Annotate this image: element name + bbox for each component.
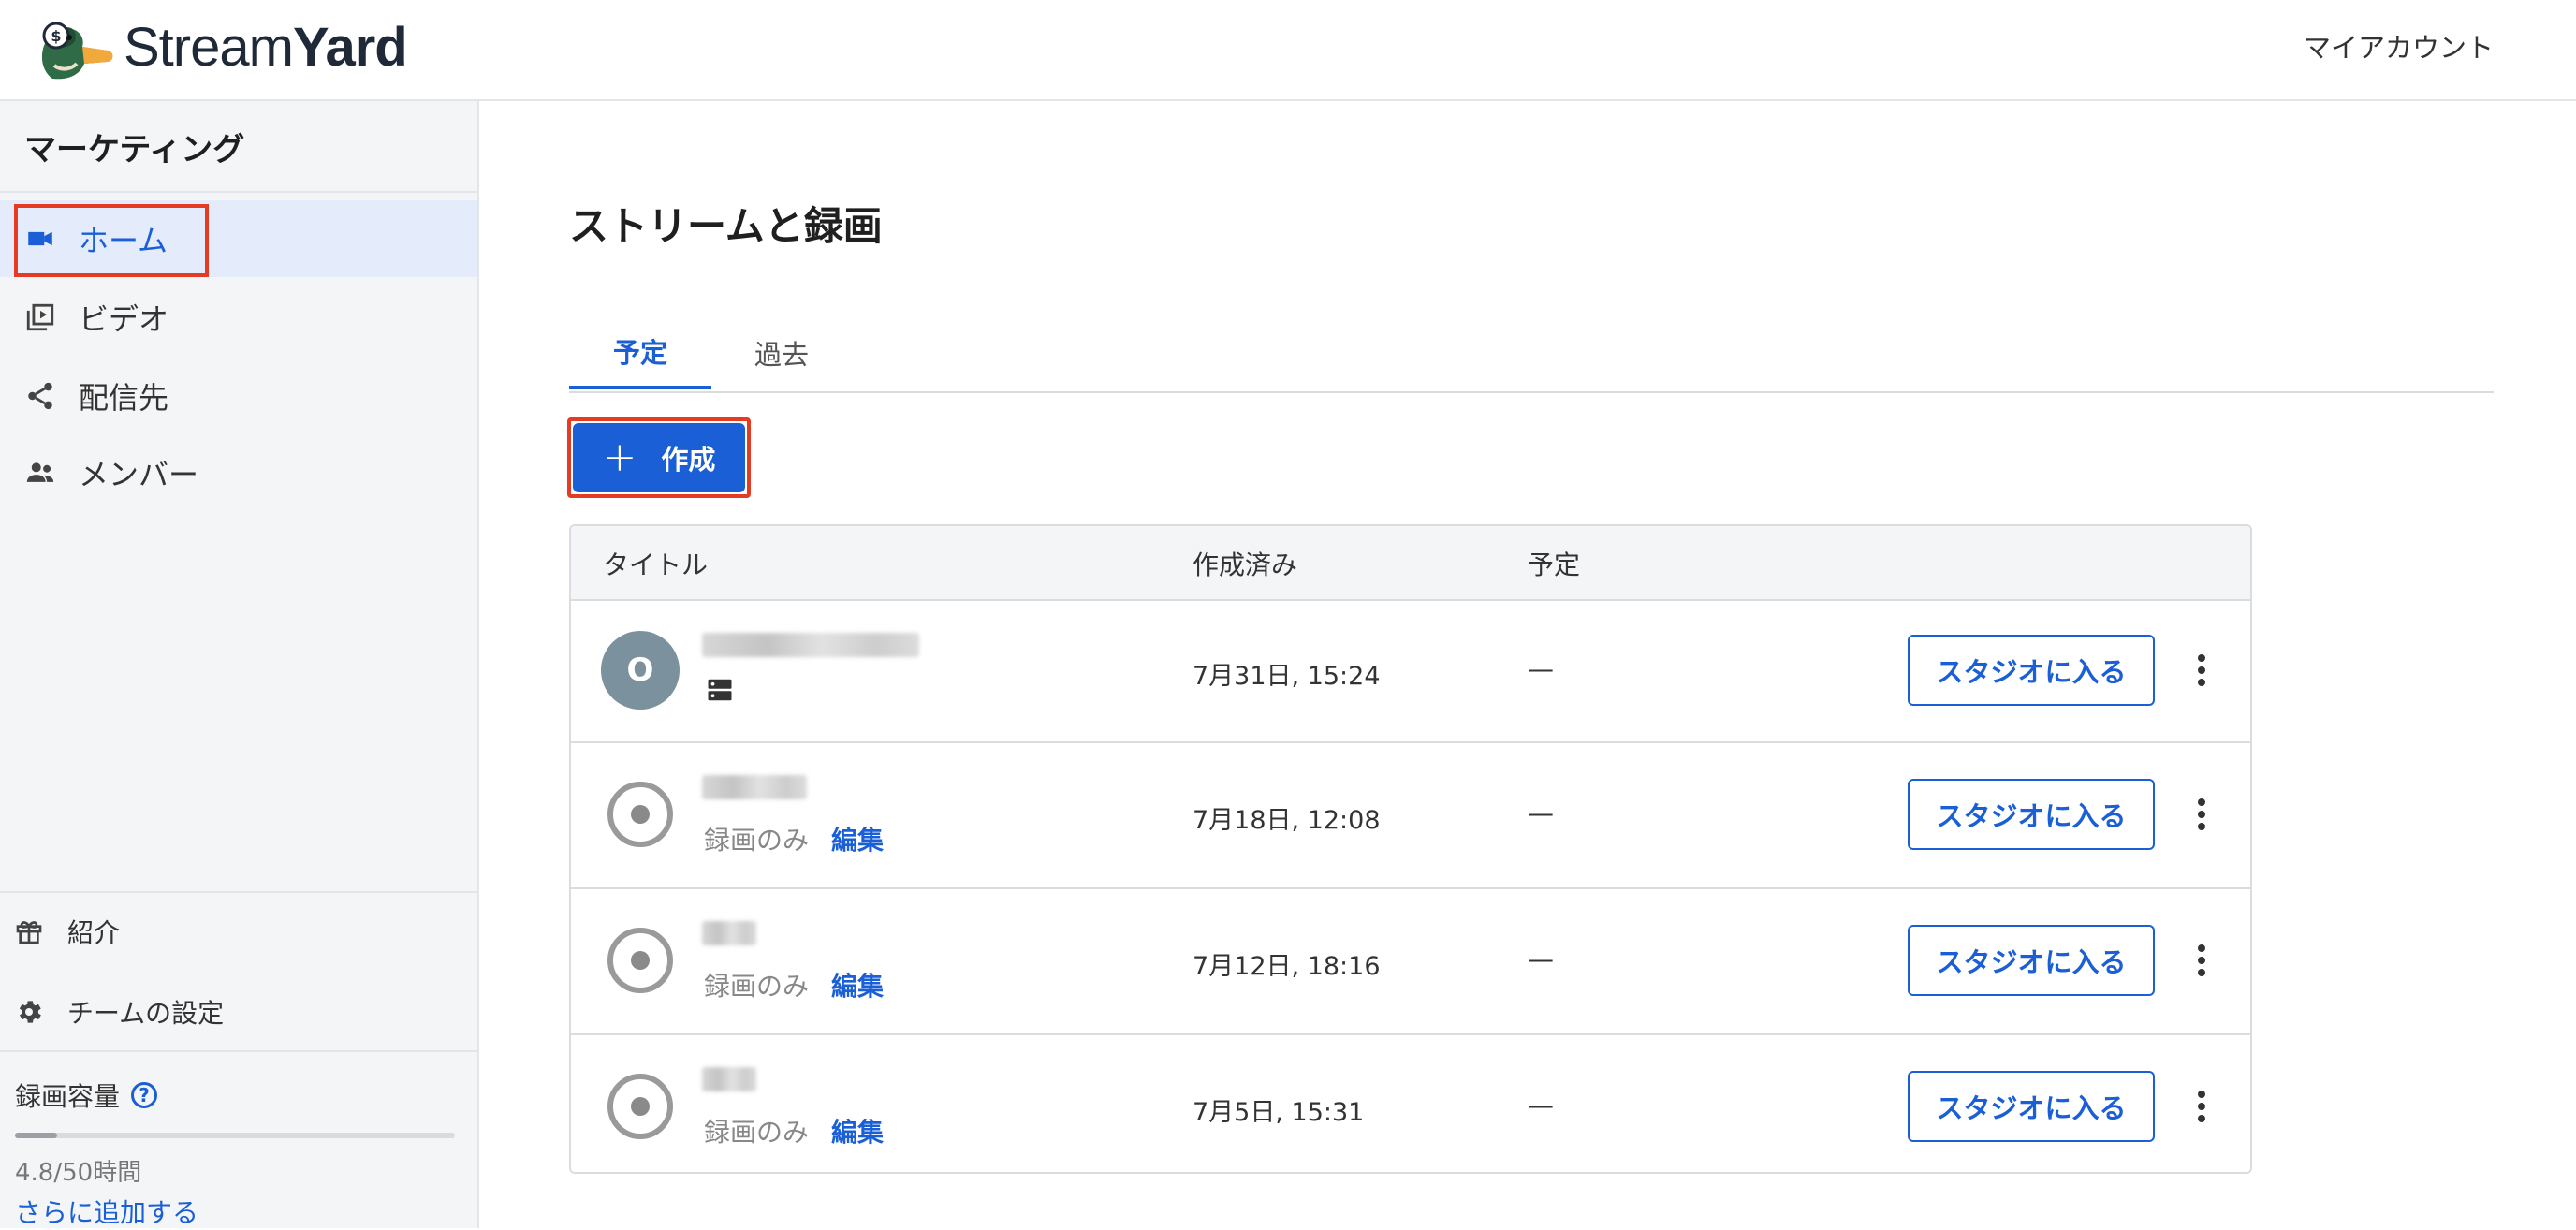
table-header: タイトル 作成済み 予定 bbox=[571, 526, 2250, 601]
sidebar-item-members[interactable]: メンバー bbox=[0, 434, 477, 511]
scheduled-value: — bbox=[1528, 653, 1554, 684]
created-date: 7月31日, 15:24 bbox=[1193, 662, 1381, 691]
enter-studio-button[interactable]: スタジオに入る bbox=[1908, 635, 2155, 706]
edit-link[interactable]: 編集 bbox=[831, 820, 884, 857]
top-header: $ StreamYard マイアカウント bbox=[0, 0, 2576, 101]
server-icon bbox=[708, 679, 732, 701]
edit-link[interactable]: 編集 bbox=[831, 1112, 884, 1149]
page-title: ストリームと録画 bbox=[569, 203, 883, 249]
create-highlight-outline bbox=[567, 417, 751, 498]
enter-studio-button[interactable]: スタジオに入る bbox=[1908, 779, 2155, 850]
redacted-title bbox=[702, 921, 756, 945]
home-highlight-outline bbox=[14, 204, 209, 277]
created-date: 7月12日, 18:16 bbox=[1193, 952, 1381, 981]
sidebar-item-label: ビデオ bbox=[79, 301, 169, 337]
enter-studio-button[interactable]: スタジオに入る bbox=[1908, 1071, 2155, 1142]
svg-text:$: $ bbox=[51, 27, 61, 45]
record-icon bbox=[607, 1074, 673, 1139]
people-icon bbox=[22, 455, 58, 491]
video-library-icon bbox=[22, 300, 58, 335]
sidebar-item-label: メンバー bbox=[79, 457, 199, 492]
add-more-storage-link[interactable]: さらに追加する bbox=[15, 1193, 198, 1230]
brand-name: StreamYard bbox=[124, 16, 408, 78]
column-scheduled: 予定 bbox=[1528, 549, 1581, 580]
scheduled-value: — bbox=[1528, 944, 1554, 974]
tab-past[interactable]: 過去 bbox=[711, 316, 852, 389]
column-title: タイトル bbox=[603, 549, 709, 580]
table-row[interactable]: O 7月31日, 15:24 — スタジオに入る bbox=[571, 601, 2250, 743]
more-options-icon[interactable] bbox=[2183, 932, 2220, 988]
edit-link[interactable]: 編集 bbox=[831, 966, 884, 1003]
my-account-link[interactable]: マイアカウント bbox=[2304, 26, 2494, 66]
avatar: O bbox=[601, 631, 680, 710]
table-row[interactable]: 録画のみ 編集 7月18日, 12:08 — スタジオに入る bbox=[571, 743, 2250, 889]
table-row[interactable]: 録画のみ 編集 7月5日, 15:31 — スタジオに入る bbox=[571, 1035, 2250, 1172]
enter-studio-button[interactable]: スタジオに入る bbox=[1908, 925, 2155, 996]
more-options-icon[interactable] bbox=[2183, 1078, 2220, 1135]
column-created: 作成済み bbox=[1193, 549, 1298, 580]
team-name[interactable]: マーケティング bbox=[24, 124, 244, 169]
record-icon bbox=[607, 782, 673, 847]
help-icon[interactable]: ? bbox=[131, 1082, 158, 1108]
share-icon bbox=[22, 378, 58, 414]
created-date: 7月18日, 12:08 bbox=[1193, 806, 1381, 835]
broadcasts-table: タイトル 作成済み 予定 O 7月31日, 15:24 — スタジオに入る 録画… bbox=[569, 524, 2252, 1174]
storage-title: 録画容量 ? bbox=[15, 1076, 158, 1114]
redacted-title bbox=[702, 1067, 756, 1091]
redacted-title bbox=[702, 775, 807, 799]
tab-upcoming[interactable]: 予定 bbox=[569, 316, 711, 389]
record-icon bbox=[607, 928, 673, 993]
redacted-title bbox=[702, 633, 919, 657]
sidebar-item-label: 紹介 bbox=[67, 917, 121, 948]
gear-icon bbox=[13, 996, 45, 1028]
sidebar: マーケティング ホーム ビデオ 配信先 メンバー 紹介 チームの設定 録画容量 … bbox=[0, 101, 479, 1228]
recording-only-label: 録画のみ bbox=[704, 971, 810, 1002]
recording-only-label: 録画のみ bbox=[704, 1117, 810, 1148]
recording-only-label: 録画のみ bbox=[704, 825, 810, 856]
sidebar-item-destinations[interactable]: 配信先 bbox=[0, 358, 477, 434]
streamyard-logo[interactable]: $ StreamYard bbox=[34, 13, 408, 81]
sidebar-divider bbox=[0, 191, 477, 193]
sidebar-item-label: 配信先 bbox=[79, 380, 169, 416]
more-options-icon[interactable] bbox=[2183, 786, 2220, 842]
storage-usage: 4.8/50時間 bbox=[15, 1159, 142, 1187]
scheduled-value: — bbox=[1528, 1090, 1554, 1120]
sidebar-item-videos[interactable]: ビデオ bbox=[0, 279, 477, 356]
storage-title-text: 録画容量 bbox=[15, 1081, 121, 1112]
more-options-icon[interactable] bbox=[2183, 642, 2220, 698]
gift-icon bbox=[13, 915, 45, 947]
sidebar-divider bbox=[0, 891, 477, 893]
sidebar-item-label: チームの設定 bbox=[67, 998, 225, 1029]
sidebar-item-team-settings[interactable]: チームの設定 bbox=[0, 979, 477, 1045]
scheduled-value: — bbox=[1528, 798, 1554, 828]
created-date: 7月5日, 15:31 bbox=[1193, 1098, 1365, 1127]
storage-progress-fill bbox=[15, 1133, 58, 1138]
table-row[interactable]: 録画のみ 編集 7月12日, 18:16 — スタジオに入る bbox=[571, 889, 2250, 1035]
tabs: 予定 過去 bbox=[569, 316, 2494, 393]
storage-progress-bar bbox=[15, 1133, 455, 1138]
sidebar-divider bbox=[0, 1050, 477, 1052]
duck-logo-icon: $ bbox=[41, 22, 113, 80]
sidebar-item-referral[interactable]: 紹介 bbox=[0, 899, 477, 964]
